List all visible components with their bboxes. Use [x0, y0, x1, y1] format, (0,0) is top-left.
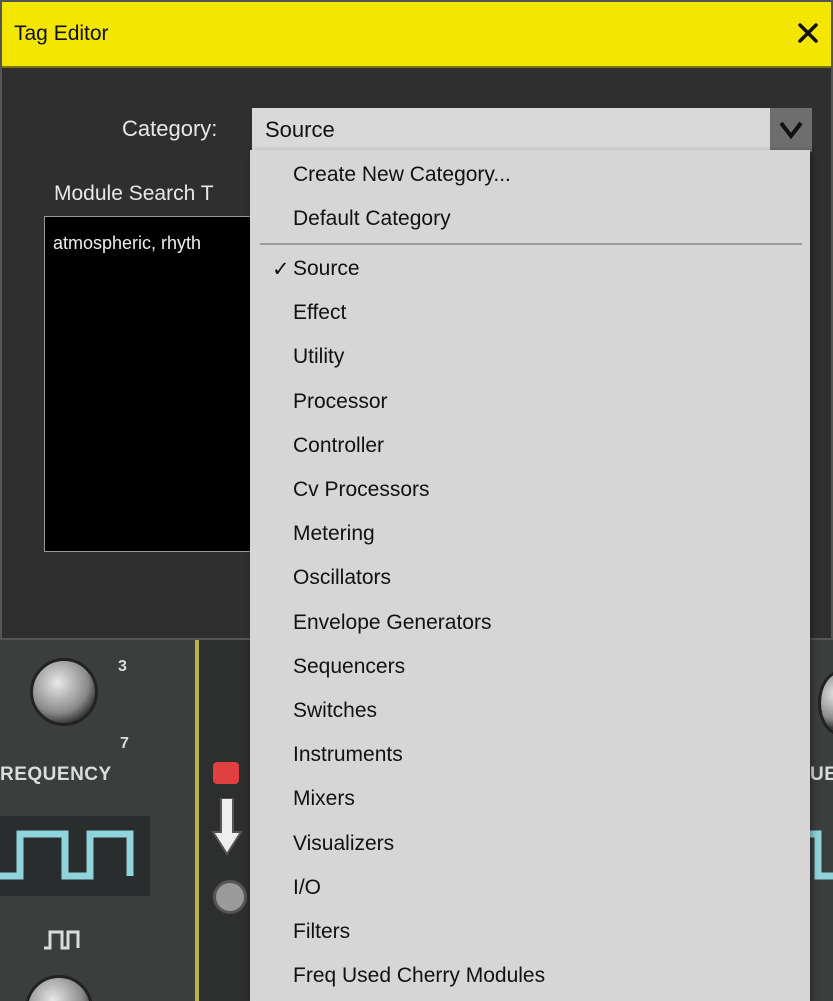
- right-knob[interactable]: [818, 670, 833, 736]
- category-select-value: Source: [265, 117, 335, 142]
- input-led: [213, 762, 239, 784]
- menu-item[interactable]: ✓ Source: [250, 248, 810, 292]
- knob-mark-7: 7: [120, 735, 130, 752]
- category-dropdown-menu: Create New Category... Default Category …: [250, 150, 810, 1001]
- right-label: UE: [810, 764, 833, 785]
- menu-item[interactable]: Controller: [250, 425, 810, 469]
- menu-item-default-category[interactable]: Default Category: [250, 198, 810, 242]
- module-search-tags-label: Module Search T: [54, 182, 214, 205]
- menu-item[interactable]: Switches: [250, 690, 810, 734]
- menu-item-label: Processor: [293, 389, 388, 413]
- menu-item-label: Utility: [293, 345, 345, 369]
- menu-item-label: Filters: [293, 920, 351, 943]
- dialog-title: Tag Editor: [14, 22, 109, 45]
- right-module: UE: [808, 640, 833, 1001]
- menu-item-label: Cv Processors: [293, 478, 430, 501]
- square-wave-icon: [0, 816, 150, 896]
- menu-item-label: Effect: [293, 301, 347, 325]
- module-search-tags-value: atmospheric, rhyth: [53, 233, 202, 253]
- menu-item[interactable]: Sequencers: [250, 646, 810, 690]
- frequency-knob[interactable]: [30, 658, 98, 726]
- menu-item-label: Mixers: [293, 787, 355, 811]
- menu-item-create-new-category[interactable]: Create New Category...: [250, 154, 810, 198]
- menu-item[interactable]: Instruments: [250, 734, 810, 778]
- knob-mark-3: 3: [118, 658, 128, 675]
- menu-item[interactable]: Effect: [250, 292, 810, 336]
- menu-item-label: Visualizers: [293, 831, 395, 855]
- menu-item[interactable]: Freq Used Cherry Modules: [250, 955, 810, 999]
- menu-item[interactable]: Processor: [250, 381, 810, 425]
- right-wave-icon: [808, 830, 833, 880]
- title-bar[interactable]: Tag Editor: [2, 2, 831, 68]
- menu-item[interactable]: Mixers: [250, 778, 810, 822]
- menu-item[interactable]: Visualizers: [250, 823, 810, 867]
- close-icon: [798, 23, 818, 43]
- checkmark-icon: ✓: [272, 258, 290, 281]
- frequency-label: REQUENCY: [0, 764, 112, 785]
- menu-item[interactable]: Metering: [250, 513, 810, 557]
- menu-item-label: Instruments: [293, 743, 403, 767]
- menu-item-label: Source: [293, 257, 360, 280]
- lower-knob[interactable]: [25, 975, 93, 1001]
- menu-item-label: Switches: [293, 699, 378, 722]
- menu-item-label: Sequencers: [293, 654, 406, 678]
- menu-item[interactable]: Filters: [250, 911, 810, 955]
- menu-divider: [260, 243, 802, 245]
- menu-item-label: Metering: [293, 522, 375, 546]
- pulse-wave-icon: [44, 930, 80, 950]
- menu-item-label: Envelope Generators: [293, 610, 492, 634]
- menu-item[interactable]: I/O: [250, 867, 810, 911]
- input-jack[interactable]: [213, 880, 247, 914]
- category-label: Category:: [122, 116, 218, 141]
- menu-item[interactable]: Envelope Generators: [250, 602, 810, 646]
- oscillator-module: 3 7 REQUENCY: [0, 640, 195, 1001]
- menu-item[interactable]: Cv Processors: [250, 469, 810, 513]
- menu-item-label: Controller: [293, 433, 385, 457]
- category-select[interactable]: Source: [252, 108, 812, 152]
- close-button[interactable]: [793, 18, 823, 48]
- menu-item-label: Freq Used Cherry Modules: [293, 964, 546, 988]
- arrow-down-icon: [211, 798, 243, 856]
- category-select-toggle[interactable]: [770, 108, 812, 152]
- menu-item-label: Oscillators: [293, 566, 392, 590]
- menu-item-label: I/O: [293, 875, 322, 899]
- chevron-down-icon: [779, 121, 803, 140]
- menu-item[interactable]: Utility: [250, 336, 810, 380]
- menu-item[interactable]: Oscillators: [250, 557, 810, 601]
